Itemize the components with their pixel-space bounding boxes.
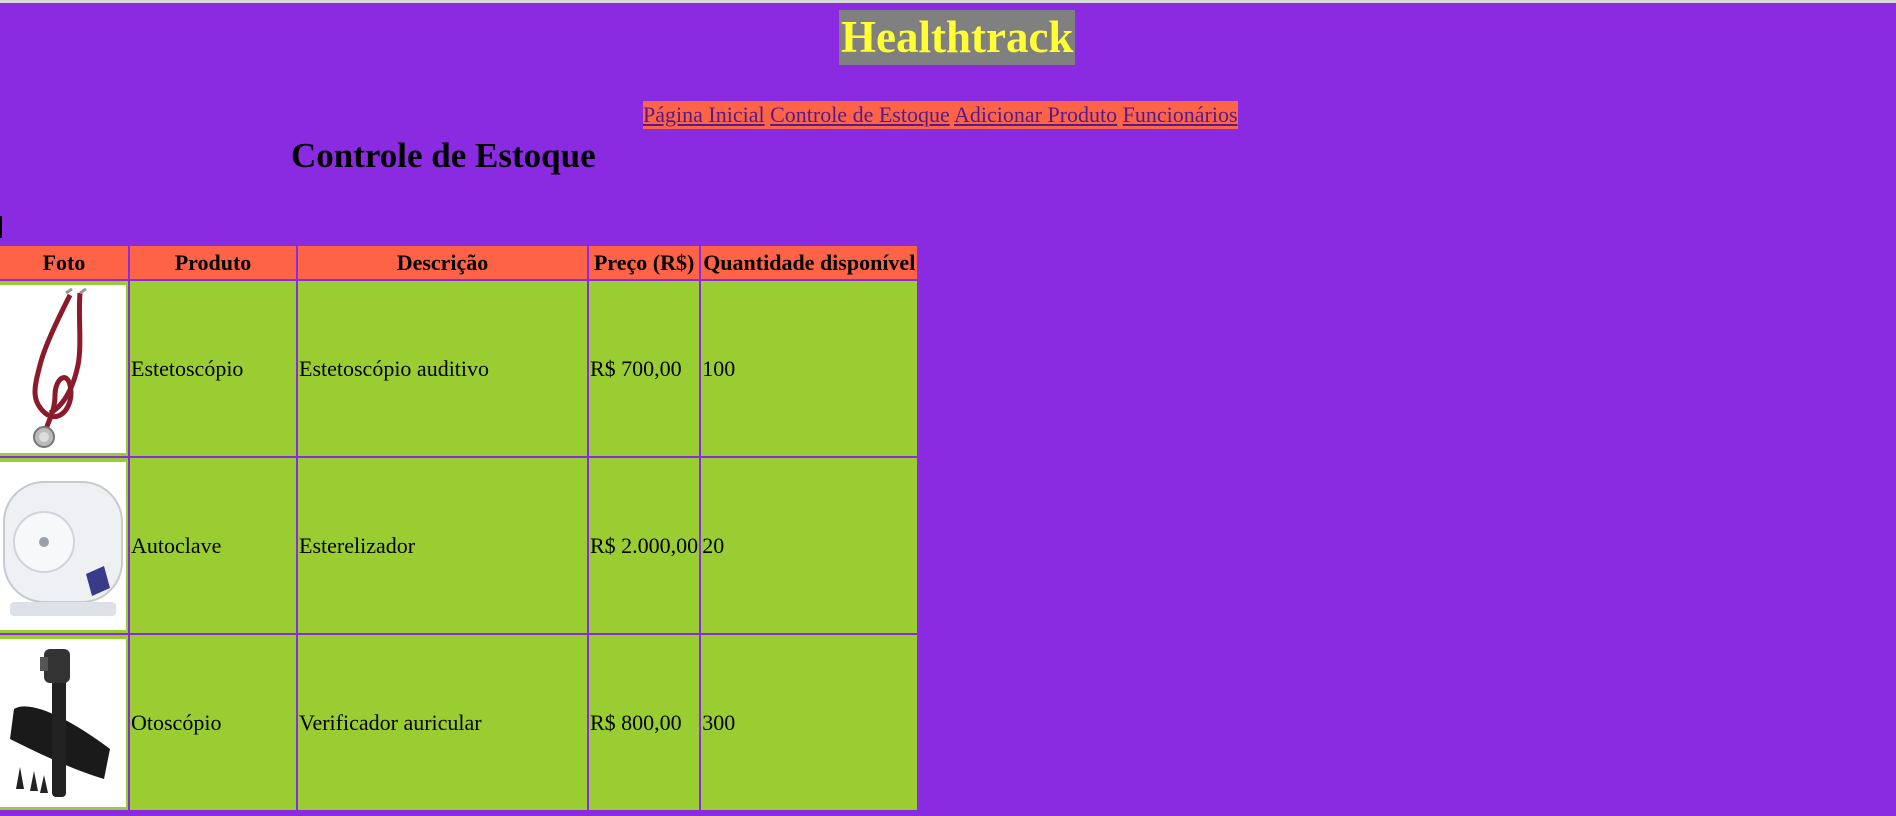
cell-quantidade: 20 [701,458,918,633]
nav-link-funcionarios[interactable]: Funcionários [1123,102,1238,127]
autoclave-image [0,461,126,630]
cell-produto: Otoscópio [130,635,296,810]
cell-preco: R$ 2.000,00 [589,458,700,633]
cell-descricao: Estetoscópio auditivo [298,281,587,456]
nav-link-adicionar-produto[interactable]: Adicionar Produto [954,102,1117,127]
column-header-quantidade: Quantidade disponível [701,246,918,279]
column-header-produto: Produto [130,246,296,279]
site-title: Healthtrack [839,10,1076,65]
column-header-preco: Preço (R$) [589,246,700,279]
stock-table: Foto Produto Descrição Preço (R$) Quanti… [0,244,919,812]
table-row: Estetoscópio Estetoscópio auditivo R$ 70… [0,281,918,456]
stethoscope-image [0,284,126,453]
column-header-descricao: Descrição [298,246,587,279]
photo-cell [0,281,128,456]
nav-link-pagina-inicial[interactable]: Página Inicial [643,102,765,127]
page-heading: Controle de Estoque [291,136,596,175]
table-row: Autoclave Esterelizador R$ 2.000,00 20 [0,458,918,633]
cell-produto: Estetoscópio [130,281,296,456]
cell-descricao: Verificador auricular [298,635,587,810]
photo-cell [0,458,128,633]
otoscope-image [0,638,126,807]
photo-cell [0,635,128,810]
table-row: Otoscópio Verificador auricular R$ 800,0… [0,635,918,810]
main-nav: Página Inicial Controle de Estoque Adici… [643,101,1238,129]
text-cursor [0,216,2,238]
cell-preco: R$ 800,00 [589,635,700,810]
table-header-row: Foto Produto Descrição Preço (R$) Quanti… [0,246,918,279]
cell-descricao: Esterelizador [298,458,587,633]
column-header-foto: Foto [0,246,128,279]
cell-produto: Autoclave [130,458,296,633]
cell-quantidade: 300 [701,635,918,810]
nav-link-controle-de-estoque[interactable]: Controle de Estoque [770,102,950,127]
cell-quantidade: 100 [701,281,918,456]
cell-preco: R$ 700,00 [589,281,700,456]
